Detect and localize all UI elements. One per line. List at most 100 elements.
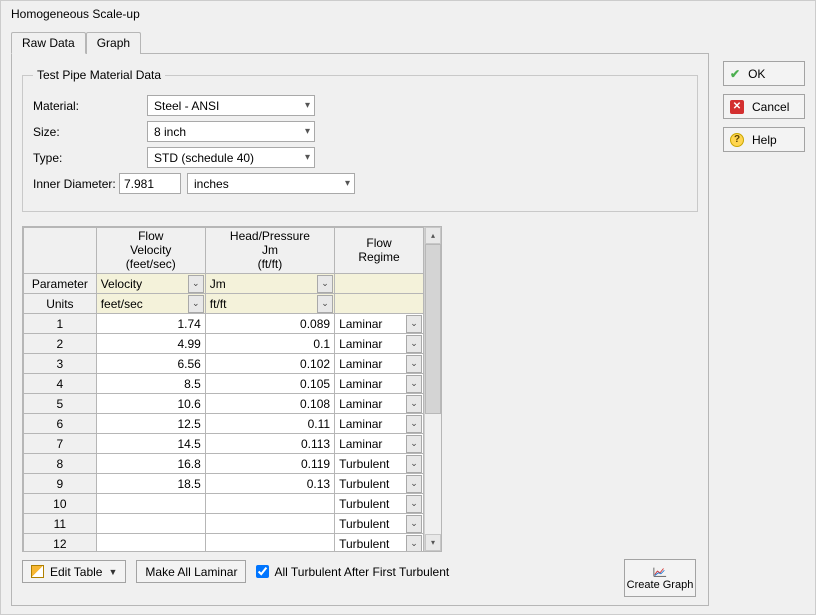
row-index: 12: [24, 534, 96, 551]
chevron-down-icon: ▾: [305, 126, 310, 137]
cell-velocity[interactable]: [97, 534, 205, 551]
param-velocity-combo[interactable]: Velocity⌄: [97, 274, 205, 293]
col-regime-header: Flow Regime: [335, 228, 424, 274]
cell-velocity[interactable]: 14.5: [97, 434, 205, 453]
chevron-down-icon: ⌄: [192, 298, 200, 309]
cell-velocity[interactable]: [97, 494, 205, 513]
all-turbulent-checkbox-wrap[interactable]: All Turbulent After First Turbulent: [256, 565, 449, 579]
make-all-laminar-button[interactable]: Make All Laminar: [136, 560, 246, 583]
table-row: 10Turbulent⌄: [24, 494, 424, 514]
test-pipe-group: Test Pipe Material Data Material: Steel …: [22, 68, 698, 212]
cell-velocity[interactable]: [97, 514, 205, 533]
combo-type[interactable]: STD (schedule 40) ▾: [147, 147, 315, 168]
col-head-header: Head/Pressure Jm (ft/ft): [205, 228, 334, 274]
data-table: Flow Velocity (feet/sec) Head/Pressure J…: [23, 227, 424, 551]
row-index: 11: [24, 514, 96, 533]
cell-head[interactable]: [206, 514, 334, 533]
cell-head[interactable]: 0.113: [206, 434, 334, 453]
row-parameter: Parameter Velocity⌄ Jm⌄: [24, 274, 424, 294]
help-icon: ?: [730, 133, 744, 147]
row-index: 4: [24, 374, 96, 393]
cell-velocity[interactable]: 18.5: [97, 474, 205, 493]
cell-head[interactable]: 0.1: [206, 334, 334, 353]
cell-regime[interactable]: Turbulent⌄: [335, 454, 423, 473]
row-index: 3: [24, 354, 96, 373]
param-head-combo[interactable]: Jm⌄: [206, 274, 334, 293]
cell-head[interactable]: 0.108: [206, 394, 334, 413]
input-inner-diameter[interactable]: [119, 173, 181, 194]
cell-head[interactable]: [206, 534, 334, 551]
chevron-down-icon: ⌄: [410, 338, 418, 349]
cell-regime[interactable]: Laminar⌄: [335, 414, 423, 433]
tab-graph[interactable]: Graph: [86, 32, 141, 54]
cancel-button[interactable]: ✕ Cancel: [723, 94, 805, 119]
cell-head[interactable]: 0.102: [206, 354, 334, 373]
table-vertical-scrollbar[interactable]: ▴ ▾: [424, 227, 441, 551]
check-icon: ✔: [730, 67, 740, 81]
chevron-down-icon: ▾: [305, 152, 310, 163]
row-index: 9: [24, 474, 96, 493]
cell-velocity[interactable]: 10.6: [97, 394, 205, 413]
row-size: Size: 8 inch ▾: [33, 121, 687, 142]
right-column: ✔ OK ✕ Cancel ? Help: [723, 31, 805, 606]
cell-velocity[interactable]: 4.99: [97, 334, 205, 353]
chevron-down-icon: ⌄: [410, 418, 418, 429]
cell-regime[interactable]: Laminar⌄: [335, 394, 423, 413]
cell-head[interactable]: 0.11: [206, 414, 334, 433]
cell-head[interactable]: 0.119: [206, 454, 334, 473]
tab-raw-data[interactable]: Raw Data: [11, 32, 86, 54]
cell-regime[interactable]: Laminar⌄: [335, 374, 423, 393]
row-index: 6: [24, 414, 96, 433]
cell-head[interactable]: [206, 494, 334, 513]
chevron-down-icon: ⌄: [410, 458, 418, 469]
edit-icon: [31, 565, 44, 578]
scroll-track[interactable]: [425, 244, 441, 534]
table-row: 918.50.13Turbulent⌄: [24, 474, 424, 494]
cell-velocity[interactable]: 8.5: [97, 374, 205, 393]
create-graph-button[interactable]: Create Graph: [624, 559, 696, 597]
cell-velocity[interactable]: 16.8: [97, 454, 205, 473]
row-type: Type: STD (schedule 40) ▾: [33, 147, 687, 168]
cell-regime[interactable]: Laminar⌄: [335, 434, 423, 453]
combo-material[interactable]: Steel - ANSI ▾: [147, 95, 315, 116]
cell-regime[interactable]: Laminar⌄: [335, 314, 423, 333]
chevron-down-icon: ⌄: [410, 438, 418, 449]
label-material: Material:: [33, 99, 119, 113]
cell-head[interactable]: 0.13: [206, 474, 334, 493]
ok-button[interactable]: ✔ OK: [723, 61, 805, 86]
chevron-down-icon: ⌄: [410, 378, 418, 389]
cell-regime[interactable]: Laminar⌄: [335, 354, 423, 373]
cell-regime[interactable]: Turbulent⌄: [335, 534, 423, 551]
label-size: Size:: [33, 125, 119, 139]
help-button[interactable]: ? Help: [723, 127, 805, 152]
cell-head[interactable]: 0.089: [206, 314, 334, 333]
units-head-combo[interactable]: ft/ft⌄: [206, 294, 334, 313]
combo-size[interactable]: 8 inch ▾: [147, 121, 315, 142]
row-material: Material: Steel - ANSI ▾: [33, 95, 687, 116]
all-turbulent-label: All Turbulent After First Turbulent: [274, 565, 449, 579]
edit-table-button[interactable]: Edit Table ▼: [22, 560, 126, 583]
all-turbulent-checkbox[interactable]: [256, 565, 269, 578]
cell-head[interactable]: 0.105: [206, 374, 334, 393]
table-row: 510.60.108Laminar⌄: [24, 394, 424, 414]
label-type: Type:: [33, 151, 119, 165]
body: Raw Data Graph Test Pipe Material Data M…: [1, 31, 815, 614]
row-units: Units feet/sec⌄ ft/ft⌄: [24, 294, 424, 314]
cell-velocity[interactable]: 6.56: [97, 354, 205, 373]
scroll-thumb[interactable]: [425, 244, 441, 414]
cell-regime[interactable]: Turbulent⌄: [335, 474, 423, 493]
combo-id-units[interactable]: inches ▾: [187, 173, 355, 194]
cell-regime[interactable]: Turbulent⌄: [335, 514, 423, 533]
units-velocity-combo[interactable]: feet/sec⌄: [97, 294, 205, 313]
cell-velocity[interactable]: 1.74: [97, 314, 205, 333]
cell-velocity[interactable]: 12.5: [97, 414, 205, 433]
chevron-down-icon: ⌄: [410, 478, 418, 489]
row-parameter-label: Parameter: [24, 274, 96, 293]
combo-size-value: 8 inch: [154, 125, 186, 139]
cell-regime[interactable]: Turbulent⌄: [335, 494, 423, 513]
combo-type-value: STD (schedule 40): [154, 151, 254, 165]
chevron-down-icon: ⌄: [410, 538, 418, 549]
scroll-up-button[interactable]: ▴: [425, 227, 441, 244]
cell-regime[interactable]: Laminar⌄: [335, 334, 423, 353]
scroll-down-button[interactable]: ▾: [425, 534, 441, 551]
